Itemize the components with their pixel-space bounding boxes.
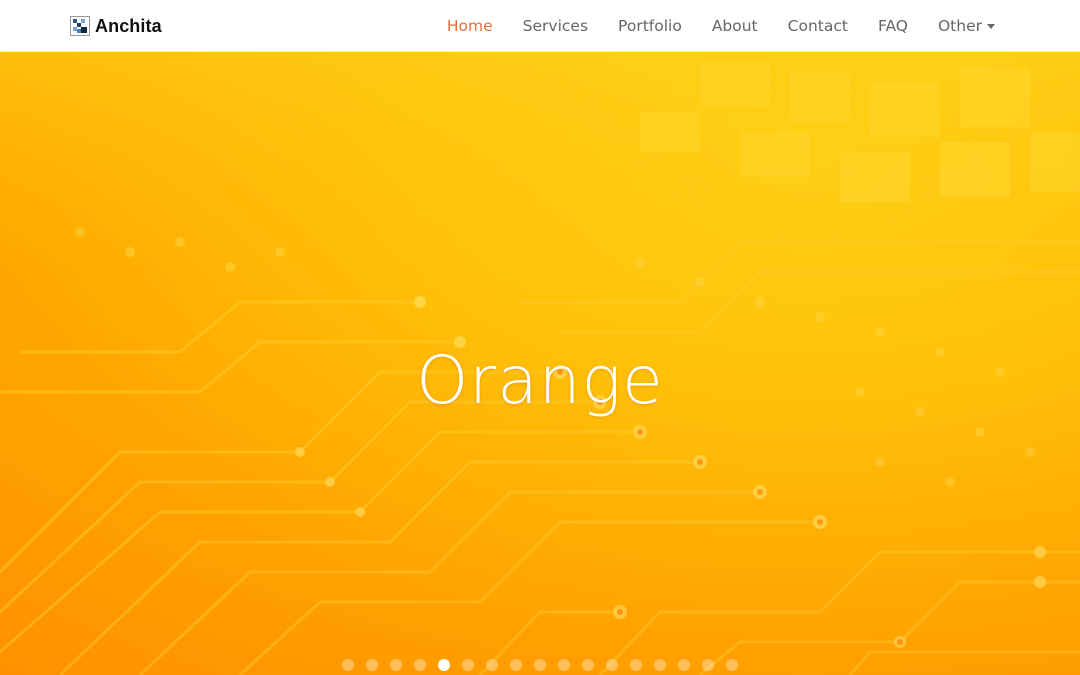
carousel-indicator[interactable]: [726, 659, 738, 671]
caret-down-icon: [987, 23, 995, 29]
anchita-logo-icon: [70, 16, 90, 36]
carousel-indicator[interactable]: [630, 659, 642, 671]
carousel-indicator[interactable]: [534, 659, 546, 671]
nav-label: Other: [937, 17, 982, 35]
carousel-indicator[interactable]: [342, 659, 354, 671]
nav-item-faq[interactable]: FAQ: [878, 17, 908, 35]
nav-label: Contact: [787, 17, 848, 35]
carousel-indicator-active[interactable]: [438, 659, 450, 671]
carousel-indicator[interactable]: [510, 659, 522, 671]
nav-label: FAQ: [877, 17, 908, 35]
brand-name: Anchita: [95, 15, 162, 36]
nav-item-services[interactable]: Services: [523, 17, 588, 35]
carousel-indicator[interactable]: [462, 659, 474, 671]
navbar: Anchita Home Services Portfolio About Co…: [0, 0, 1080, 52]
nav-item-home[interactable]: Home: [447, 17, 493, 35]
brand-link[interactable]: Anchita: [70, 16, 162, 36]
slide-title: Orange: [416, 342, 664, 419]
carousel-indicator[interactable]: [678, 659, 690, 671]
nav-item-about[interactable]: About: [712, 17, 758, 35]
nav-label: Home: [446, 17, 493, 35]
nav-label: About: [711, 17, 758, 35]
carousel-indicator[interactable]: [558, 659, 570, 671]
nav-item-portfolio[interactable]: Portfolio: [618, 17, 682, 35]
nav-item-contact[interactable]: Contact: [788, 17, 848, 35]
carousel-indicator[interactable]: [486, 659, 498, 671]
carousel-indicator[interactable]: [654, 659, 666, 671]
nav-label: Portfolio: [618, 17, 682, 35]
carousel-indicators: [0, 659, 1080, 671]
main-nav: Home Services Portfolio About Contact FA…: [447, 0, 995, 52]
carousel-indicator[interactable]: [414, 659, 426, 671]
nav-item-other-dropdown[interactable]: Other: [938, 17, 995, 35]
nav-label: Services: [522, 17, 589, 35]
carousel-indicator[interactable]: [606, 659, 618, 671]
carousel-indicator[interactable]: [702, 659, 714, 671]
carousel-indicator[interactable]: [366, 659, 378, 671]
carousel-indicator[interactable]: [390, 659, 402, 671]
hero-carousel: Orange: [0, 52, 1080, 675]
carousel-indicator[interactable]: [582, 659, 594, 671]
